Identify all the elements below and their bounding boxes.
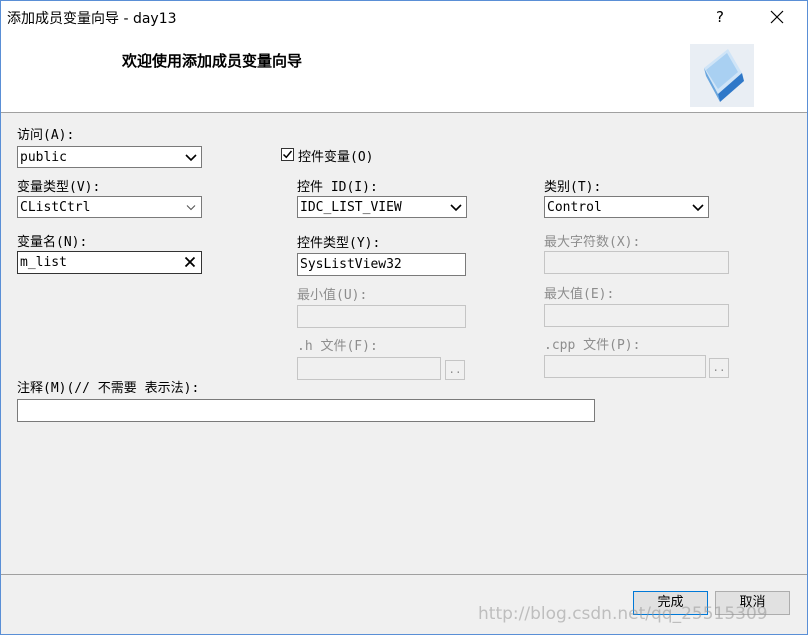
cpp-file-input [544, 355, 706, 378]
wizard-cube-icon [690, 44, 754, 107]
comment-label: 注释(M)(// 不需要 表示法): [17, 381, 200, 396]
variable-type-combobox[interactable]: CListCtrl [17, 196, 202, 218]
category-dropdown[interactable]: Control [544, 196, 709, 218]
footer-divider [1, 574, 807, 575]
h-file-label: .h 文件(F): [297, 339, 378, 354]
control-id-label: 控件 ID(I): [297, 180, 378, 195]
access-value: public [20, 150, 67, 165]
category-label: 类别(T): [544, 180, 602, 195]
watermark: http://blog.csdn.net/qq_25515309 [478, 604, 768, 624]
window-title: 添加成员变量向导 - day13 [7, 11, 177, 27]
h-file-input [297, 357, 441, 380]
chevron-down-icon [185, 154, 197, 162]
max-value-input [544, 304, 729, 327]
min-value-input [297, 305, 466, 328]
category-value: Control [547, 200, 602, 215]
control-id-dropdown[interactable]: IDC_LIST_VIEW [297, 196, 467, 218]
max-chars-input [544, 251, 729, 274]
access-label: 访问(A): [17, 128, 75, 143]
h-file-browse-button: .. [445, 360, 465, 380]
clear-icon[interactable] [184, 256, 196, 268]
control-variable-label: 控件变量(O) [298, 150, 374, 165]
close-icon [770, 10, 784, 24]
wizard-heading: 欢迎使用添加成员变量向导 [122, 52, 303, 70]
cpp-file-browse-button: .. [709, 358, 729, 378]
variable-name-label: 变量名(N): [17, 235, 88, 250]
variable-name-input[interactable]: m_list [17, 251, 202, 274]
control-variable-checkbox[interactable] [281, 148, 294, 161]
close-button[interactable] [752, 1, 802, 33]
chevron-down-icon [692, 204, 704, 212]
control-type-field[interactable]: SysListView32 [297, 253, 466, 276]
max-chars-label: 最大字符数(X): [544, 235, 641, 250]
cpp-file-label: .cpp 文件(P): [544, 338, 641, 353]
max-value-label: 最大值(E): [544, 287, 615, 302]
access-dropdown[interactable]: public [17, 146, 202, 168]
checkmark-icon [282, 150, 293, 159]
variable-name-value: m_list [20, 255, 67, 270]
help-button[interactable]: ? [698, 1, 742, 33]
variable-type-value: CListCtrl [20, 200, 91, 215]
chevron-down-icon [186, 205, 196, 211]
comment-input[interactable] [17, 399, 595, 422]
control-type-value: SysListView32 [300, 257, 402, 272]
variable-type-label: 变量类型(V): [17, 180, 101, 195]
min-value-label: 最小值(U): [297, 288, 368, 303]
wizard-header [1, 35, 807, 113]
control-type-label: 控件类型(Y): [297, 236, 381, 251]
chevron-down-icon [450, 204, 462, 212]
control-id-value: IDC_LIST_VIEW [300, 200, 402, 215]
